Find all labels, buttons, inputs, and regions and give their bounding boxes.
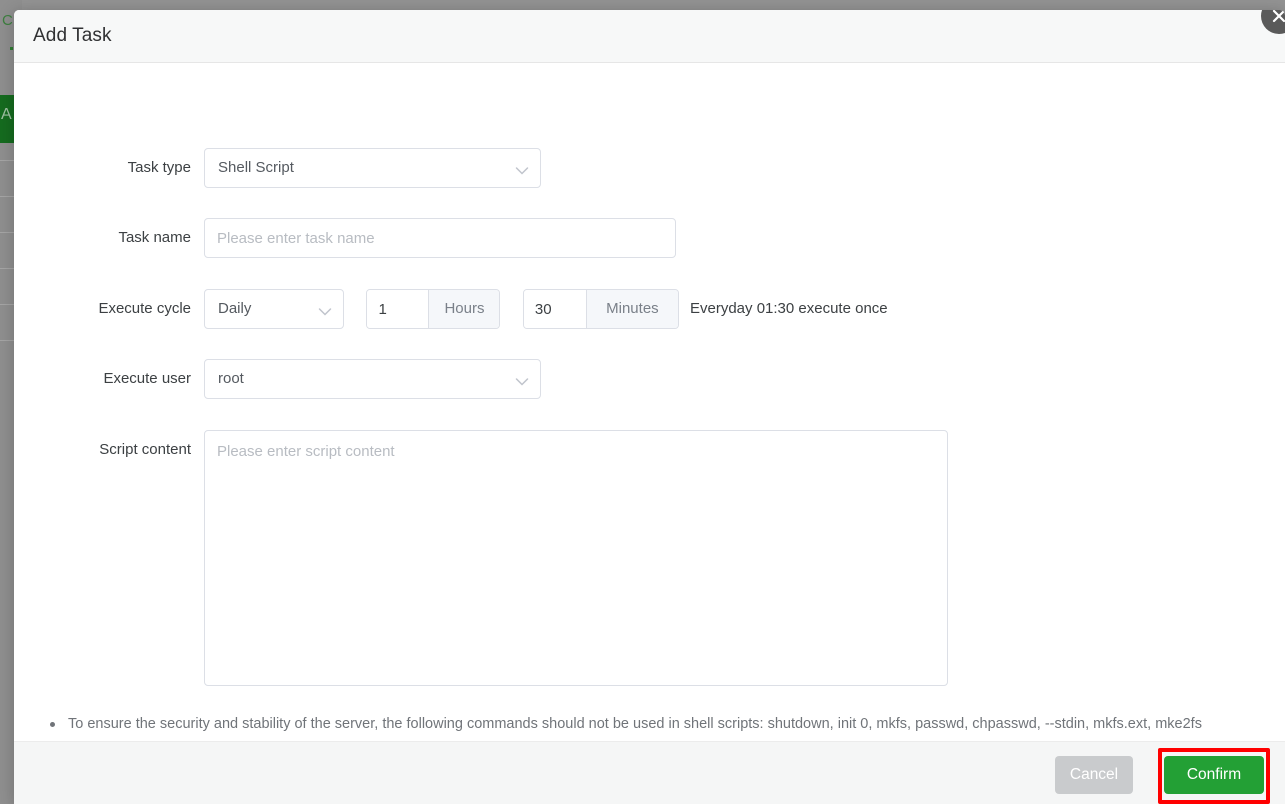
add-task-dialog: Add Task Task type Shell Script Task nam… bbox=[14, 10, 1285, 804]
dialog-footer: Cancel Confirm bbox=[14, 741, 1285, 804]
execute-cycle-hours-input[interactable] bbox=[367, 290, 429, 328]
task-type-select[interactable]: Shell Script bbox=[204, 148, 541, 188]
execute-cycle-control: Daily Hours Minutes Everyday 01:30 exec bbox=[204, 289, 888, 329]
background-bullet-dot bbox=[10, 47, 13, 50]
execute-cycle-label: Execute cycle bbox=[98, 300, 191, 317]
task-type-value: Shell Script bbox=[218, 159, 294, 176]
task-name-label: Task name bbox=[118, 229, 191, 246]
security-hint-item: To ensure the security and stability of … bbox=[42, 711, 1262, 738]
execute-cycle-minutes-unit: Minutes bbox=[585, 290, 678, 328]
execute-cycle-hours-group: Hours bbox=[366, 289, 501, 329]
execute-user-control: root bbox=[204, 359, 541, 399]
execute-cycle-hours-unit: Hours bbox=[428, 290, 500, 328]
dialog-title: Add Task bbox=[33, 25, 112, 46]
execute-user-label: Execute user bbox=[103, 370, 191, 387]
close-icon[interactable] bbox=[1261, 10, 1285, 34]
cancel-button[interactable]: Cancel bbox=[1055, 756, 1133, 794]
dialog-body: Task type Shell Script Task name Please … bbox=[14, 63, 1285, 741]
execute-user-value: root bbox=[218, 370, 244, 387]
security-hint-list: To ensure the security and stability of … bbox=[42, 711, 1262, 738]
execute-user-select[interactable]: root bbox=[204, 359, 541, 399]
task-name-control bbox=[204, 218, 676, 258]
background-sidebar-letter: A bbox=[1, 106, 12, 123]
dialog-header: Add Task bbox=[14, 10, 1285, 63]
security-hint-text: To ensure the security and stability of … bbox=[68, 716, 1202, 732]
confirm-button[interactable]: Confirm bbox=[1164, 756, 1264, 794]
form-row-script-content: Script content bbox=[14, 430, 1285, 686]
form-row-task-name: Task name bbox=[14, 218, 1285, 258]
bullet-icon bbox=[50, 722, 55, 727]
form-row-task-type: Task type Shell Script bbox=[14, 148, 1285, 188]
chevron-down-icon bbox=[515, 163, 529, 181]
execute-cycle-minutes-input[interactable] bbox=[523, 290, 586, 328]
script-content-label: Script content bbox=[99, 441, 191, 458]
chevron-down-icon bbox=[318, 304, 332, 322]
script-content-textarea[interactable] bbox=[204, 430, 948, 686]
task-type-label: Task type bbox=[127, 159, 191, 176]
task-name-input[interactable] bbox=[204, 218, 676, 258]
background-logo-fragment: C bbox=[2, 12, 13, 29]
form-row-execute-cycle: Execute cycle Daily Hours Minut bbox=[14, 289, 1285, 329]
execute-cycle-minutes-group: Minutes bbox=[522, 289, 679, 329]
task-type-control: Shell Script bbox=[204, 148, 541, 188]
execute-cycle-frequency-value: Daily bbox=[218, 300, 252, 317]
form-row-execute-user: Execute user root bbox=[14, 359, 1285, 399]
chevron-down-icon bbox=[515, 374, 529, 392]
execute-cycle-summary: Everyday 01:30 execute once bbox=[690, 300, 888, 317]
execute-cycle-frequency-select[interactable]: Daily bbox=[204, 289, 344, 329]
